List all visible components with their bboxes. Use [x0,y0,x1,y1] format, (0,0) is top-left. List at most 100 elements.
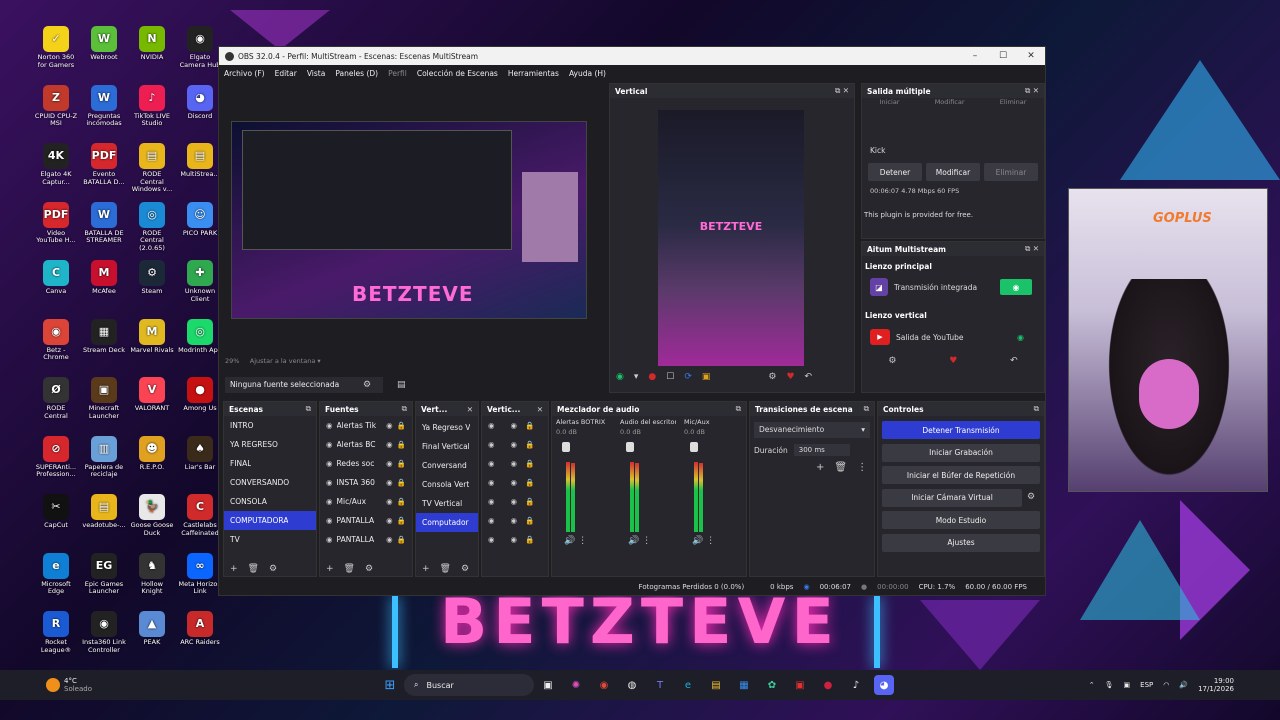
chevron-up-icon[interactable]: ⌃ [1089,681,1095,689]
desktop-icon[interactable]: M McAfee [82,260,126,296]
desktop-icon[interactable]: PDF Video YouTube H... [34,201,78,245]
eye-icon[interactable]: ◉ [386,535,393,544]
modify-button[interactable]: Modificar [935,98,965,108]
menu-vista[interactable]: Vista [307,69,326,78]
eye-icon[interactable]: ◉ [511,497,518,506]
teams-icon[interactable]: T [650,675,670,695]
start-recording-button[interactable]: Iniciar Grabación [882,443,1040,462]
desktop-icon[interactable]: ✂ CapCut [34,494,78,530]
desktop-icon[interactable]: ◉ Insta360 Link Controller [82,611,126,654]
lock-icon[interactable]: 🔒 [397,478,406,487]
lock-icon[interactable]: 🔒 [525,535,534,544]
store-icon[interactable]: ▦ [734,675,754,695]
panel-float-icon[interactable]: ⧉ [864,404,869,414]
transition-select[interactable]: Desvanecimiento ▾ [754,422,870,438]
more-icon[interactable]: ⋮ [578,536,587,546]
undo-icon[interactable]: ↶ [1010,356,1018,366]
lock-icon[interactable]: 🔒 [525,459,534,468]
discord-icon[interactable]: ◕ [874,675,894,695]
start-replay-buffer-button[interactable]: Iniciar el Búfer de Repetición [882,466,1040,484]
app-tray-icon[interactable]: ▣ [1124,681,1131,689]
more-icon[interactable]: ⋮ [706,536,715,546]
desktop-icon[interactable]: ✚ Unknown Client [178,260,222,303]
trash-icon[interactable]: 🗑 [440,564,451,574]
volume-icon[interactable]: 🔊 [1179,681,1188,689]
vertical-source-item[interactable]: ◉ ◉ 🔒 [482,530,548,549]
menu-coleccion[interactable]: Colección de Escenas [417,69,498,78]
chrome-icon[interactable]: ◉ [594,675,614,695]
desktop-icon[interactable]: ▤ veadotube-... [82,494,126,530]
desktop-icon[interactable]: C Castlelabs Caffeinated [178,494,222,537]
panel-float-icon[interactable]: ⧉ [306,404,311,414]
obs-window[interactable]: OBS 32.0.4 - Perfil: MultiStream - Escen… [218,46,1046,596]
desktop-icon[interactable]: N NVIDIA [130,26,174,62]
desktop-icon[interactable]: ⚙ Steam [130,260,174,296]
start-button[interactable]: Iniciar [880,98,900,108]
source-item[interactable]: ◉ Mic/Aux ◉ 🔒 [320,492,412,511]
desktop-icon[interactable]: ☻ R.E.P.O. [130,435,174,472]
taskbar-search[interactable]: ⌕ Buscar [404,674,534,696]
panel-float-icon[interactable]: ⧉ [736,404,741,414]
desktop-icon[interactable]: ♠ Liar's Bar [178,435,222,472]
desktop-icon[interactable]: ▲ PEAK [130,611,174,647]
desktop-icon[interactable]: ▤ MultiStrea... [178,143,222,179]
gear-icon[interactable]: ⚙ [365,564,373,574]
desktop-icon[interactable]: EG Epic Games Launcher [82,552,126,596]
volume-slider[interactable] [626,442,634,452]
desktop-icon[interactable]: W Preguntas incómodas [82,84,126,128]
windows-start-icon[interactable]: ⊞ [380,675,400,695]
desktop-icon[interactable]: M Marvel Rivals [130,318,174,355]
eye-icon[interactable]: ◉ [386,497,393,506]
desktop-icon[interactable]: ◎ Modrinth App [178,318,222,355]
heart-icon[interactable]: ♥ [949,356,957,366]
edge-icon[interactable]: e [678,675,698,695]
volume-slider[interactable] [562,442,570,452]
source-item[interactable]: ◉ INSTA 360 ◉ 🔒 [320,473,412,492]
panel-close-icon[interactable]: ⧉ ✕ [1025,244,1039,254]
undo-icon[interactable]: ↶ [805,372,813,382]
trash-icon[interactable]: 🗑 [248,564,259,574]
obs-titlebar[interactable]: OBS 32.0.4 - Perfil: MultiStream - Escen… [219,47,1045,65]
desktop-icon[interactable]: ◉ Elgato Camera Hub [178,26,222,69]
settings-button[interactable]: Ajustes [882,533,1040,552]
studio-mode-button[interactable]: Modo Estudio [882,511,1040,529]
eye-icon[interactable]: ◉ [511,440,518,449]
source-item[interactable]: ◉ Alertas BC ◉ 🔒 [320,435,412,454]
maximize-icon[interactable]: ☐ [989,51,1017,61]
lock-icon[interactable]: 🔒 [397,440,406,449]
eye-icon[interactable]: ◉ [511,478,518,487]
scene-item[interactable]: FINAL [224,454,316,473]
desktop-icon[interactable]: Z CPUID CPU-Z MSI [34,84,78,128]
more-icon[interactable]: ⋮ [642,536,651,546]
desktop-icon[interactable]: ▣ Minecraft Launcher [82,377,126,420]
desktop-icon[interactable]: ● Among Us [178,377,222,413]
start-virtual-camera-button[interactable]: Iniciar Cámara Virtual [882,488,1022,507]
delete-output-button[interactable]: Eliminar [984,163,1038,181]
speaker-icon[interactable]: 🔊 [628,536,639,546]
desktop-icon[interactable]: W BATALLA DE STREAMER [82,201,126,245]
eye-icon[interactable]: ◉ [511,459,518,468]
panel-close-icon[interactable]: ✕ [467,405,473,414]
record-icon[interactable]: ● [648,372,656,382]
scene-item[interactable]: TV [224,530,316,549]
speaker-icon[interactable]: 🔊 [692,536,703,546]
vertical-preview[interactable]: BETZTEVE [658,110,804,366]
source-filters-icon[interactable]: ▤ [397,380,406,390]
desktop-icon[interactable]: W Webroot [82,26,126,62]
desktop-icon[interactable]: ▤ RODE Central Windows v... [130,143,174,194]
eye-icon[interactable]: ◉ [386,478,393,487]
gear-icon[interactable]: ⚙ [888,356,896,366]
eye-icon[interactable]: ◉ [386,440,393,449]
desktop-icon[interactable]: ∞ Meta Horizon Link [178,552,222,596]
desktop-icon[interactable]: ⊘ SUPERAnti... Profession... [34,435,78,479]
lock-icon[interactable]: 🔒 [525,440,534,449]
gear-icon[interactable]: ⚙ [768,372,776,382]
vertical-scene-item[interactable]: Conversand [416,456,478,475]
add-icon[interactable]: + [326,564,334,574]
photos-icon[interactable]: ✿ [762,675,782,695]
eye-icon[interactable]: ◉ [386,421,393,430]
source-item[interactable]: ◉ PANTALLA ◉ 🔒 [320,530,412,549]
panel-close-icon[interactable]: ⧉ ✕ [1025,86,1039,96]
scene-item[interactable]: INTRO [224,416,316,435]
desktop-icon[interactable]: PDF Evento BATALLA D... [82,143,126,186]
